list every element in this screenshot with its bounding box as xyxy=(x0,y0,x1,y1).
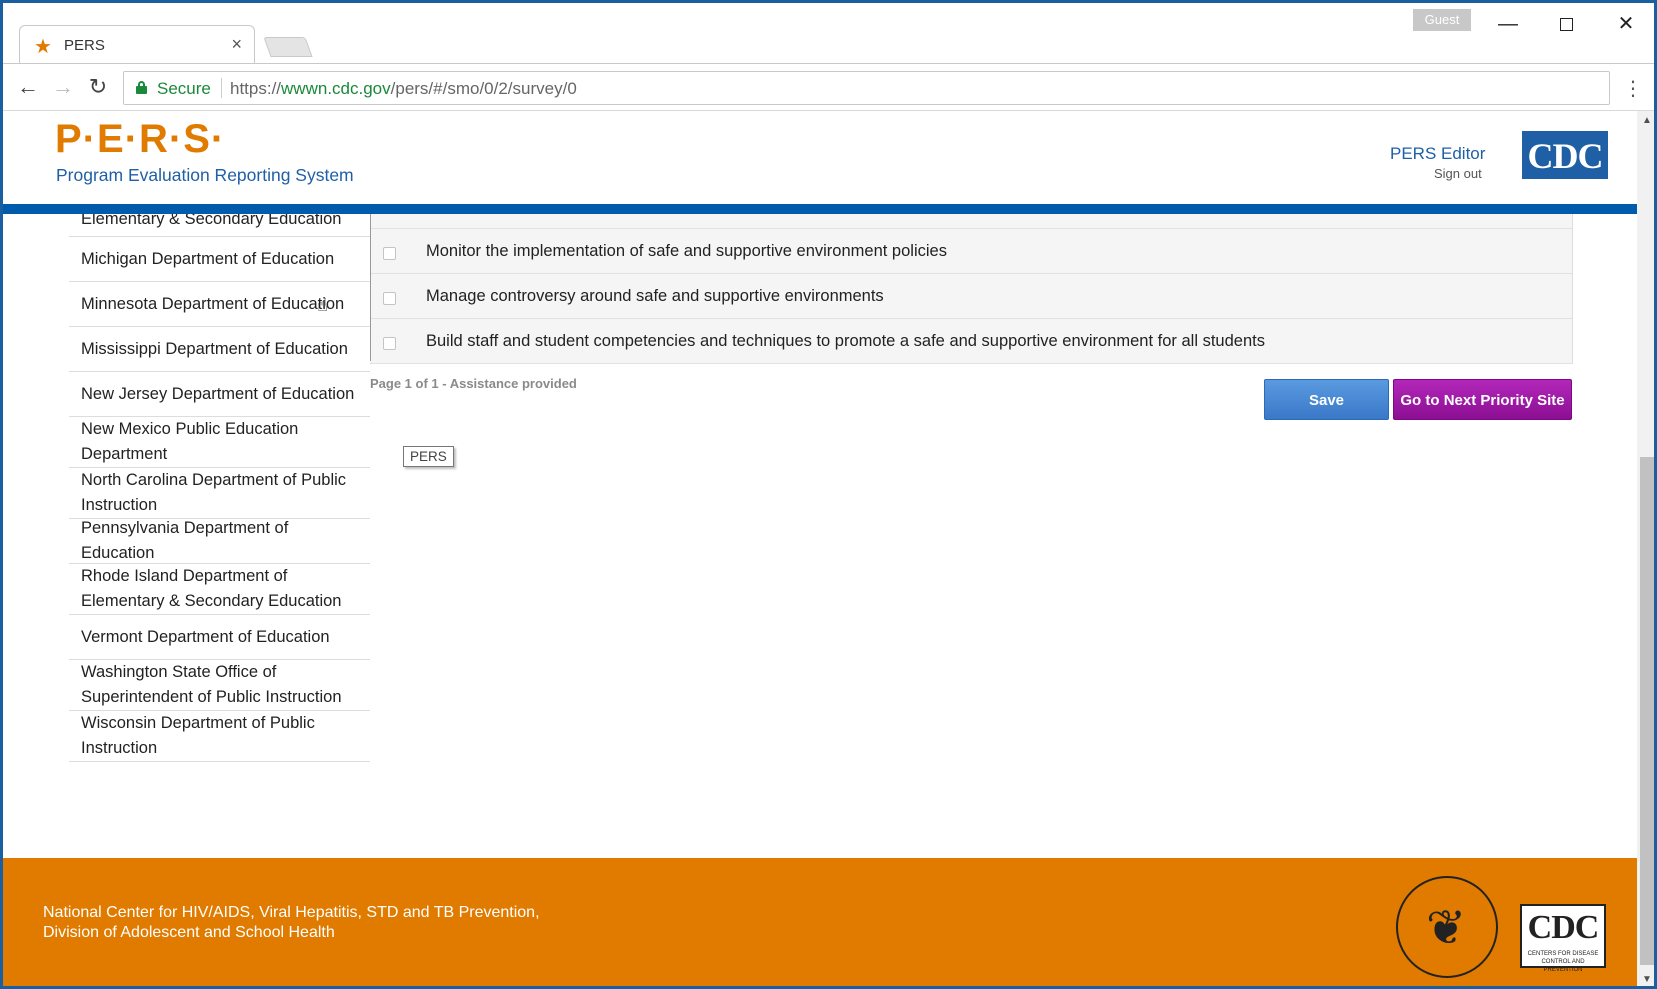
task-checklist: Monitor the implementation of safe and s… xyxy=(370,191,1573,364)
site-list-item-label: Washington State Office of Superintenden… xyxy=(81,663,342,706)
site-list-item-label: Pennsylvania Department of Education xyxy=(81,519,289,562)
task-checkbox[interactable] xyxy=(383,337,396,350)
new-tab-button[interactable] xyxy=(263,37,313,57)
maximize-icon[interactable] xyxy=(1543,9,1589,39)
footer-cdc-logo[interactable]: CDC CENTERS FOR DISEASE CONTROL AND PREV… xyxy=(1520,904,1606,973)
site-list: Elementary & Secondary Education Michiga… xyxy=(69,181,370,762)
site-list-item[interactable]: Washington State Office of Superintenden… xyxy=(69,660,370,711)
page-scrollbar[interactable]: ▲ ▼ xyxy=(1637,111,1654,986)
address-bar[interactable]: Secure https://wwwn.cdc.gov/pers/#/smo/0… xyxy=(123,71,1610,105)
site-list-item-label: Wisconsin Department of Public Instructi… xyxy=(81,714,315,757)
url-scheme: https:// xyxy=(230,79,282,98)
browser-menu-icon[interactable]: ⋮ xyxy=(1623,76,1643,101)
task-row: Manage controversy around safe and suppo… xyxy=(370,274,1572,319)
next-priority-site-button[interactable]: Go to Next Priority Site xyxy=(1393,379,1572,420)
url-divider xyxy=(221,78,222,98)
user-name: PERS Editor xyxy=(1390,144,1486,163)
tooltip: PERS xyxy=(403,446,454,467)
site-list-item-label: New Jersey Department of Education xyxy=(81,384,355,403)
task-label: Manage controversy around safe and suppo… xyxy=(426,287,884,305)
task-row: Monitor the implementation of safe and s… xyxy=(370,229,1572,274)
site-list-item[interactable]: North Carolina Department of Public Inst… xyxy=(69,468,370,519)
pers-logo[interactable]: P·E·R·S· xyxy=(55,117,225,162)
site-list-item-label: New Mexico Public Education Department xyxy=(81,420,299,463)
page-viewport: Elementary & Secondary Education Michiga… xyxy=(3,111,1637,986)
footer-division-name: Division of Adolescent and School Health xyxy=(43,924,335,941)
site-list-item-label: North Carolina Department of Public Inst… xyxy=(81,471,347,514)
footer-center-name: National Center for HIV/AIDS, Viral Hepa… xyxy=(43,904,540,921)
cdc-logo[interactable]: CDC xyxy=(1522,131,1608,179)
hand-cursor-icon: ☝ xyxy=(317,295,328,315)
star-favicon-icon: ★ xyxy=(34,36,52,58)
site-list-item[interactable]: Rhode Island Department of Elementary & … xyxy=(69,564,370,615)
tab-close-icon[interactable]: × xyxy=(231,34,242,55)
url-path: /pers/#/smo/0/2/survey/0 xyxy=(390,79,577,98)
footer-cdc-text: CDC xyxy=(1527,909,1600,946)
site-list-item-label: Mississippi Department of Education xyxy=(81,339,348,358)
site-list-item[interactable]: Vermont Department of Education xyxy=(69,615,370,660)
back-arrow-icon[interactable]: ← xyxy=(13,72,43,102)
site-list-item[interactable]: Mississippi Department of Education xyxy=(69,327,370,372)
site-list-item[interactable]: New Mexico Public Education Department xyxy=(69,417,370,468)
save-button[interactable]: Save xyxy=(1264,379,1389,420)
hhs-seal-icon[interactable]: ❦ xyxy=(1396,876,1498,978)
site-list-item[interactable]: Pennsylvania Department of Education xyxy=(69,519,370,564)
footer-cdc-subtext: CENTERS FOR DISEASE CONTROL AND PREVENTI… xyxy=(1527,951,1599,973)
site-list-item[interactable]: Wisconsin Department of Public Instructi… xyxy=(69,711,370,762)
secure-label: Secure xyxy=(157,79,211,98)
forward-arrow-icon[interactable]: → xyxy=(48,72,78,102)
eagle-icon: ❦ xyxy=(1426,902,1467,955)
site-list-item[interactable]: New Jersey Department of Education xyxy=(69,372,370,417)
task-checkbox[interactable] xyxy=(383,292,396,305)
tab-strip: ★ PERS × Guest — ✕ xyxy=(3,3,1654,63)
scroll-thumb[interactable] xyxy=(1640,457,1654,965)
task-row: Build staff and student competencies and… xyxy=(370,319,1572,364)
lock-icon xyxy=(136,81,147,94)
sign-out-link[interactable]: Sign out xyxy=(1434,166,1482,181)
minimize-icon[interactable]: — xyxy=(1485,9,1531,39)
guest-profile-badge[interactable]: Guest xyxy=(1413,9,1471,31)
site-footer: National Center for HIV/AIDS, Viral Hepa… xyxy=(3,858,1637,986)
close-window-icon[interactable]: ✕ xyxy=(1603,9,1649,39)
task-checkbox[interactable] xyxy=(383,247,396,260)
scroll-down-arrow-icon[interactable]: ▼ xyxy=(1642,974,1652,985)
header-divider-bar xyxy=(3,204,1637,214)
url-text[interactable]: https://wwwn.cdc.gov/pers/#/smo/0/2/surv… xyxy=(230,79,577,99)
site-list-item-label: Minnesota Department of Education xyxy=(81,294,345,313)
tab-title: PERS xyxy=(64,37,105,54)
browser-window: ★ PERS × Guest — ✕ ← → ↻ Secure https://… xyxy=(0,0,1657,989)
url-host: wwwn.cdc.gov xyxy=(281,79,391,98)
task-label: Monitor the implementation of safe and s… xyxy=(426,242,947,260)
site-list-item-label: Rhode Island Department of Elementary & … xyxy=(81,567,342,610)
task-label: Build staff and student competencies and… xyxy=(426,332,1265,350)
content-divider xyxy=(370,201,371,361)
site-list-item-label: Vermont Department of Education xyxy=(81,627,330,646)
site-list-item[interactable]: Michigan Department of Education xyxy=(69,237,370,282)
site-header: P·E·R·S· Program Evaluation Reporting Sy… xyxy=(3,111,1637,204)
pers-subtitle: Program Evaluation Reporting System xyxy=(56,165,354,185)
scroll-up-arrow-icon[interactable]: ▲ xyxy=(1642,115,1652,126)
pager-text: Page 1 of 1 - Assistance provided xyxy=(370,376,577,391)
browser-toolbar: ← → ↻ Secure https://wwwn.cdc.gov/pers/#… xyxy=(3,63,1654,111)
reload-icon[interactable]: ↻ xyxy=(83,72,113,102)
site-list-item-label: Michigan Department of Education xyxy=(81,249,335,268)
browser-tab[interactable]: ★ PERS × xyxy=(19,25,255,63)
